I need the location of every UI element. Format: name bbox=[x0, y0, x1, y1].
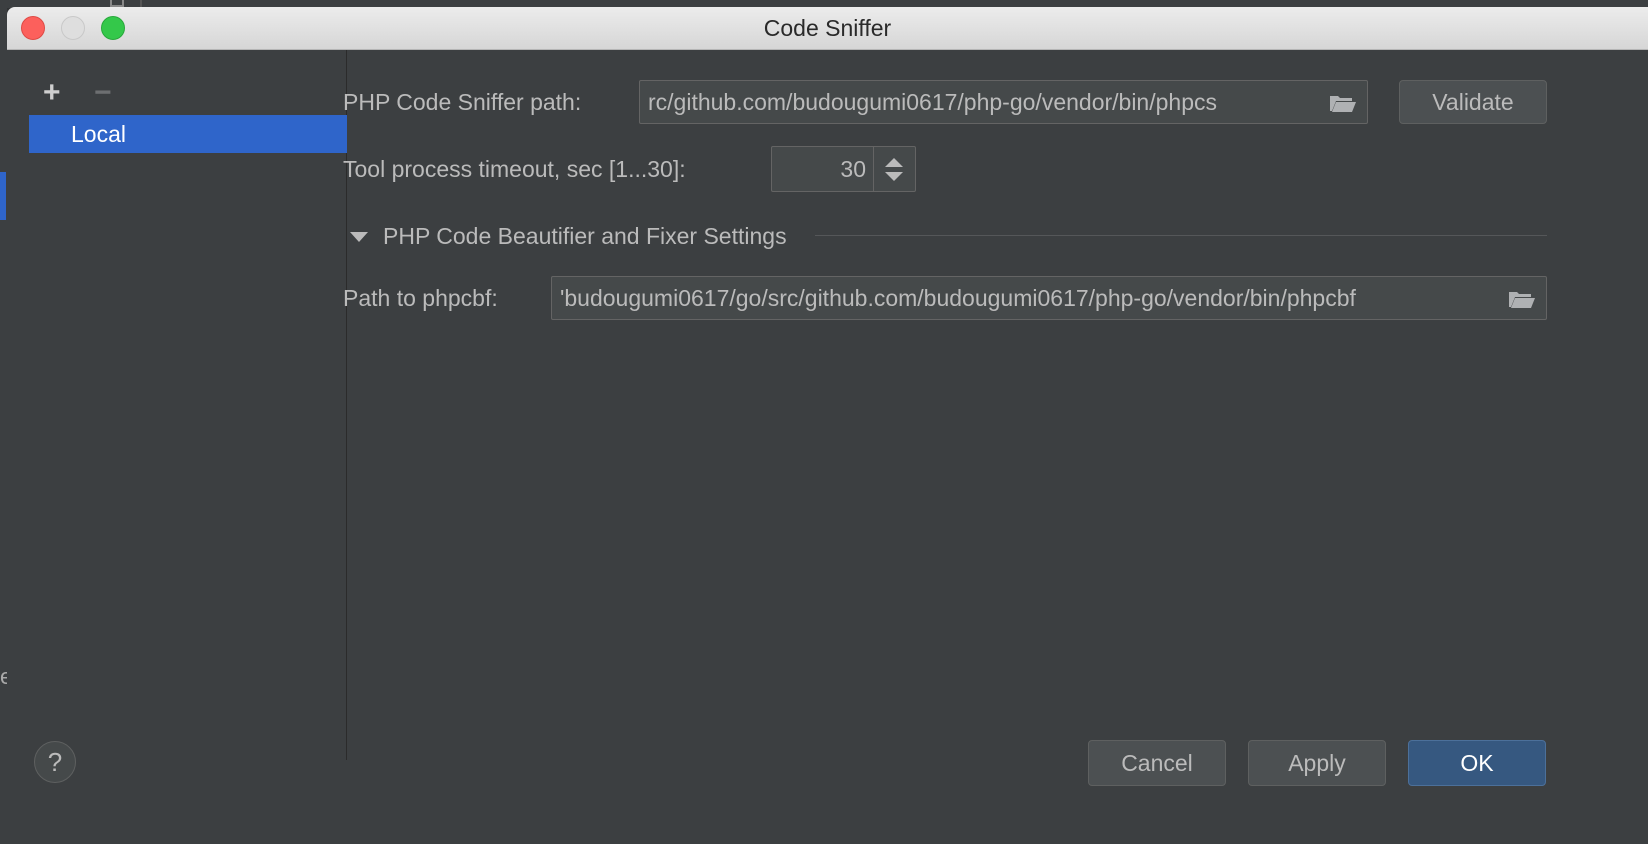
validate-button[interactable]: Validate bbox=[1399, 80, 1547, 124]
sniffer-path-label: PHP Code Sniffer path: bbox=[343, 89, 582, 115]
list-item-local[interactable]: Local bbox=[29, 115, 347, 153]
section-title[interactable]: PHP Code Beautifier and Fixer Settings bbox=[383, 221, 787, 251]
sniffer-path-value: rc/github.com/budougumi0617/php-go/vendo… bbox=[648, 89, 1217, 115]
arrow-down-icon[interactable] bbox=[885, 172, 903, 181]
timeout-spinner[interactable]: 30 bbox=[771, 146, 916, 192]
phpcbf-path-label: Path to phpcbf: bbox=[343, 285, 498, 311]
plus-icon[interactable]: + bbox=[43, 78, 61, 108]
help-button[interactable]: ? bbox=[34, 741, 76, 783]
spinner-arrows[interactable] bbox=[873, 147, 915, 191]
phpcbf-path-field[interactable]: 'budougumi0617/go/src/github.com/budougu… bbox=[551, 276, 1547, 320]
timeout-value[interactable]: 30 bbox=[772, 147, 866, 191]
folder-open-icon[interactable] bbox=[1508, 289, 1536, 309]
window-title: Code Sniffer bbox=[763, 15, 892, 41]
list-item-label: Local bbox=[71, 121, 126, 147]
sniffer-path-field[interactable]: rc/github.com/budougumi0617/php-go/vendo… bbox=[639, 80, 1368, 124]
timeout-label: Tool process timeout, sec [1...30]: bbox=[343, 156, 686, 182]
code-sniffer-dialog: Code Sniffer + − Local PHP Code Sniffer … bbox=[7, 7, 1648, 844]
background-document-icon bbox=[110, 0, 124, 7]
apply-button[interactable]: Apply bbox=[1248, 740, 1386, 786]
expand-triangle-icon[interactable] bbox=[350, 232, 368, 242]
background-selection-accent bbox=[0, 172, 6, 220]
background-side-strip: e bbox=[0, 0, 12, 844]
title-bar[interactable]: Code Sniffer bbox=[7, 7, 1648, 50]
ok-button[interactable]: OK bbox=[1408, 740, 1546, 786]
minus-icon[interactable]: − bbox=[94, 78, 112, 108]
interpreter-list-panel: + − Local bbox=[7, 50, 347, 760]
arrow-up-icon[interactable] bbox=[885, 158, 903, 167]
phpcbf-path-value: 'budougumi0617/go/src/github.com/budougu… bbox=[560, 285, 1356, 311]
folder-open-icon[interactable] bbox=[1329, 93, 1357, 113]
section-divider bbox=[815, 235, 1547, 236]
cancel-button[interactable]: Cancel bbox=[1088, 740, 1226, 786]
